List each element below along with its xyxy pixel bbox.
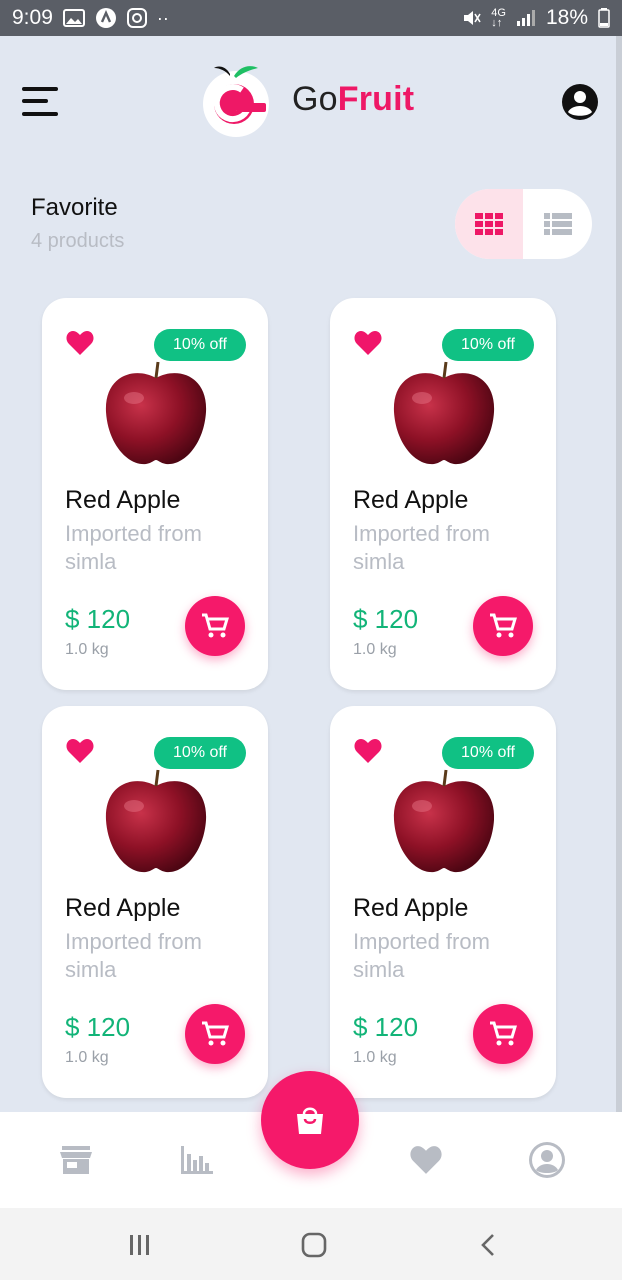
more-notifications-icon: ··: [156, 7, 169, 28]
list-view-button[interactable]: [523, 189, 592, 259]
scrollbar[interactable]: [616, 36, 622, 1112]
nav-store[interactable]: [56, 1140, 96, 1180]
cart-icon: [490, 1021, 517, 1046]
chart-icon: [181, 1146, 213, 1174]
section-title: Favorite: [31, 194, 118, 221]
battery-percent: 18%: [545, 6, 588, 29]
discount-badge: 10% off: [442, 329, 534, 361]
product-weight: 1.0 kg: [65, 1049, 109, 1066]
product-card[interactable]: 10% off Red Apple Imported from simla $ …: [42, 298, 268, 690]
nav-icon: [95, 8, 116, 28]
shopping-bag-button[interactable]: [261, 1071, 359, 1169]
product-price: $ 120: [65, 1012, 131, 1042]
product-price: $ 120: [65, 604, 131, 634]
recent-apps-icon: [130, 1235, 149, 1255]
battery-icon: [598, 8, 610, 28]
add-to-cart-button[interactable]: [185, 596, 245, 656]
product-count: 4 products: [31, 230, 125, 252]
home-button[interactable]: [294, 1228, 334, 1262]
profile-icon: [529, 1142, 565, 1178]
back-button[interactable]: [468, 1228, 508, 1262]
brand-title: GoFruit: [292, 80, 414, 119]
list-icon: [543, 213, 572, 235]
gofruit-logo: [203, 66, 269, 137]
nav-profile[interactable]: [527, 1140, 567, 1180]
discount-badge: 10% off: [154, 329, 246, 361]
add-to-cart-button[interactable]: [473, 596, 533, 656]
product-card[interactable]: 10% off Red Apple Imported from simla $ …: [330, 298, 556, 690]
gallery-icon: [62, 9, 85, 27]
add-to-cart-button[interactable]: [185, 1004, 245, 1064]
product-weight: 1.0 kg: [353, 1049, 397, 1066]
product-description: Imported from simla: [65, 521, 202, 574]
product-name: Red Apple: [65, 894, 181, 922]
brand-part-fruit: Fruit: [337, 80, 415, 118]
back-icon: [481, 1234, 494, 1256]
product-name: Red Apple: [353, 486, 469, 514]
nav-stats[interactable]: [177, 1140, 217, 1180]
store-icon: [60, 1146, 92, 1174]
heart-icon: [410, 1146, 442, 1174]
grid-view-button[interactable]: [455, 189, 523, 259]
status-bar: 9:09 ·· 4G ↓↑ 18%: [0, 0, 622, 36]
discount-badge: 10% off: [154, 737, 246, 769]
product-price: $ 120: [353, 604, 419, 634]
status-time: 9:09: [12, 6, 53, 29]
red-apple-image: [105, 769, 207, 873]
discount-badge: 10% off: [442, 737, 534, 769]
cart-icon: [490, 613, 517, 638]
brand-part-go: Go: [292, 80, 338, 118]
home-icon: [301, 1232, 327, 1258]
recent-apps-button[interactable]: [120, 1228, 160, 1262]
signal-icon: [516, 10, 535, 26]
red-apple-image: [393, 361, 495, 465]
product-description: Imported from simla: [353, 929, 490, 982]
product-name: Red Apple: [65, 486, 181, 514]
view-toggle: [455, 189, 592, 259]
red-apple-image: [105, 361, 207, 465]
cart-icon: [202, 613, 229, 638]
account-icon[interactable]: [560, 82, 600, 122]
cart-icon: [202, 1021, 229, 1046]
product-card[interactable]: 10% off Red Apple Imported from simla $ …: [42, 706, 268, 1098]
menu-icon[interactable]: [22, 85, 58, 119]
product-name: Red Apple: [353, 894, 469, 922]
product-description: Imported from simla: [353, 521, 490, 574]
product-weight: 1.0 kg: [65, 641, 109, 658]
heart-icon[interactable]: [354, 738, 382, 764]
mute-icon: [464, 11, 481, 25]
grid-icon: [475, 213, 503, 235]
heart-icon[interactable]: [66, 738, 94, 764]
instagram-icon: [126, 8, 147, 28]
4g-icon: 4G ↓↑: [491, 7, 506, 29]
add-to-cart-button[interactable]: [473, 1004, 533, 1064]
heart-icon[interactable]: [354, 330, 382, 356]
nav-favorites[interactable]: [406, 1140, 446, 1180]
red-apple-image: [393, 769, 495, 873]
product-description: Imported from simla: [65, 929, 202, 982]
heart-icon[interactable]: [66, 330, 94, 356]
product-price: $ 120: [353, 1012, 419, 1042]
product-card[interactable]: 10% off Red Apple Imported from simla $ …: [330, 706, 556, 1098]
product-weight: 1.0 kg: [353, 641, 397, 658]
shopping-bag-icon: [297, 1107, 323, 1134]
